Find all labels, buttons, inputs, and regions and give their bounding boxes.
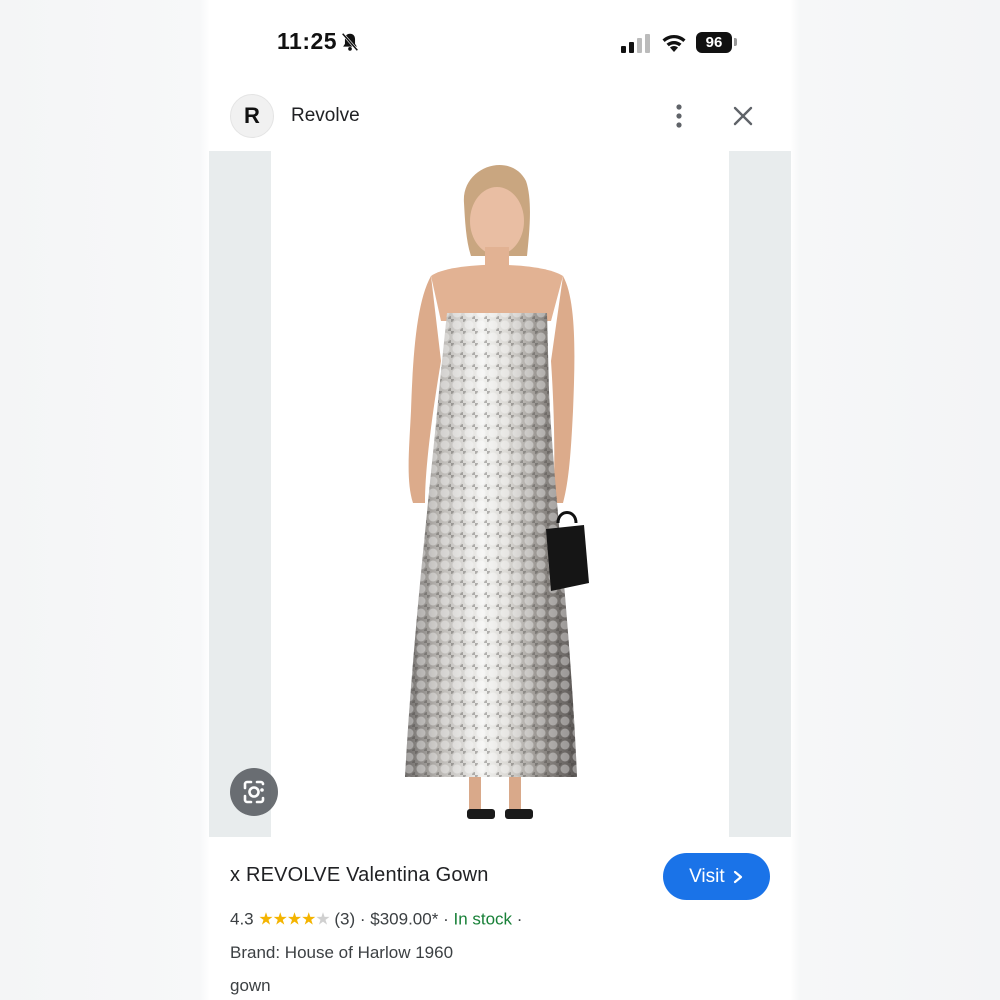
battery-cap [734, 38, 737, 46]
product-title[interactable]: x REVOLVE Valentina Gown [230, 864, 489, 887]
site-name[interactable]: Revolve [291, 105, 360, 127]
status-time: 11:25 [277, 28, 338, 54]
close-icon[interactable] [729, 102, 757, 130]
review-count[interactable]: (3) [334, 910, 355, 929]
separator: · [516, 909, 523, 929]
category-line: gown [230, 976, 271, 995]
more-vert-icon[interactable] [667, 102, 691, 130]
stock-status: In stock [453, 909, 513, 929]
google-lens-icon[interactable] [230, 768, 278, 816]
rating-value: 4.3 [230, 909, 254, 929]
status-bar: 11:25 96 [209, 0, 791, 86]
product-info: x REVOLVE Valentina Gown Visit 4.3 ★★★★★… [209, 837, 791, 1000]
phone-screen: 11:25 96 R Revolve x REVOLVE Valentina G… [209, 0, 791, 1000]
site-header: R Revolve [209, 90, 791, 146]
chevron-right-icon [730, 866, 744, 887]
bell-slash-icon [341, 32, 359, 52]
stars-empty: ★ [315, 909, 330, 929]
battery-icon: 96 [696, 32, 732, 53]
price: $309.00* [370, 909, 439, 929]
brand-line: Brand: House of Harlow 1960 [230, 943, 454, 962]
visit-button[interactable]: Visit [663, 853, 770, 900]
site-logo[interactable]: R [230, 94, 274, 138]
rating-line: 4.3 ★★★★★ (3) · $309.00* · In stock · [230, 909, 522, 930]
separator: · [359, 909, 366, 929]
signal-icon [621, 34, 650, 53]
product-image[interactable] [271, 151, 729, 837]
visit-label: Visit [689, 866, 725, 887]
separator: · [443, 909, 449, 929]
product-image-area [209, 151, 791, 837]
star-rating-icon: ★★★★★ [258, 909, 330, 929]
stars-full: ★★★★ [258, 909, 316, 929]
wifi-icon [662, 35, 686, 52]
product-photo [405, 165, 589, 819]
